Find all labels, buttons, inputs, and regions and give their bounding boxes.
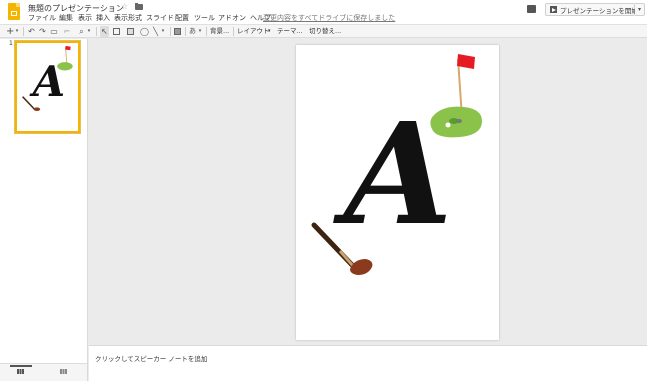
present-icon	[550, 6, 557, 13]
layout-button[interactable]: レイアウト	[237, 26, 270, 37]
menu-arrange[interactable]: 配置	[175, 13, 189, 23]
paint-format-icon[interactable]: ⌐	[63, 26, 71, 37]
image-icon[interactable]	[127, 28, 134, 35]
toolbar-divider	[96, 27, 97, 36]
select-cursor-icon[interactable]: ↖	[100, 26, 109, 37]
grid-view-icon[interactable]	[60, 369, 67, 374]
theme-button[interactable]: テーマ...	[277, 26, 303, 37]
slide-number: 1	[9, 40, 13, 47]
menu-format[interactable]: 表示形式	[114, 13, 142, 23]
thumbnail-illustration: A	[22, 45, 73, 112]
slides-app: 無題のプレゼンテーション ☆ ファイル 編集 表示 挿入 表示形式 スライド 配…	[0, 0, 647, 381]
slide-letter[interactable]: A	[333, 93, 453, 257]
text-box-icon[interactable]	[113, 28, 120, 35]
menu-tools[interactable]: ツール	[194, 13, 215, 23]
menu-edit[interactable]: 編集	[59, 13, 73, 23]
thumbnail-letter: A	[29, 57, 65, 106]
zoom-icon[interactable]: ⌕	[77, 26, 86, 37]
toolbar-divider	[233, 27, 234, 36]
zoom-caret[interactable]: ▾	[86, 26, 92, 37]
toolbar-divider	[170, 27, 171, 36]
toolbar-divider	[206, 27, 207, 36]
present-button[interactable]: プレゼンテーションを開始	[545, 3, 638, 16]
menu-view[interactable]: 表示	[78, 13, 92, 23]
comment-add-icon[interactable]	[174, 28, 181, 35]
new-slide-button[interactable]: +	[6, 26, 14, 37]
filmstrip-view-icon[interactable]	[17, 369, 24, 374]
folder-icon[interactable]	[135, 3, 143, 10]
layout-caret[interactable]: ▾	[268, 26, 271, 37]
slide-canvas[interactable]: A	[296, 45, 499, 340]
present-label: プレゼンテーションを開始	[560, 7, 638, 15]
view-selected-indicator	[10, 365, 32, 367]
menu-slide[interactable]: スライド	[146, 13, 174, 23]
header: 無題のプレゼンテーション ☆ ファイル 編集 表示 挿入 表示形式 スライド 配…	[0, 0, 647, 24]
background-button[interactable]: 背景...	[210, 26, 229, 37]
toolbar-divider	[23, 27, 24, 36]
speaker-notes-area[interactable]	[89, 345, 647, 381]
line-caret[interactable]: ▾	[160, 26, 166, 37]
toolbar-divider	[185, 27, 186, 36]
undo-button[interactable]: ↶	[27, 26, 36, 37]
toolbar: + ▾ ↶ ↷ ▭ ⌐ ⌕ ▾ ↖ ◯ ╲ ▾ あ ▾ 背景... レイアウト …	[0, 24, 647, 38]
star-icon[interactable]: ☆	[121, 2, 128, 11]
menu-file[interactable]: ファイル	[28, 13, 56, 23]
shape-icon[interactable]: ◯	[140, 26, 149, 37]
input-tools-caret[interactable]: ▾	[197, 26, 203, 37]
slide-illustration: A	[311, 54, 482, 275]
new-slide-layout-caret[interactable]: ▾	[14, 26, 20, 37]
golf-club-icon[interactable]	[350, 259, 373, 275]
speaker-notes-placeholder[interactable]: クリックしてスピーカー ノートを追加	[95, 353, 207, 363]
menu-addons[interactable]: アドオン	[218, 13, 246, 23]
present-dropdown-button[interactable]: ▾	[635, 3, 645, 16]
slide-thumbnail[interactable]: A	[15, 41, 80, 133]
menu-insert[interactable]: 挿入	[96, 13, 110, 23]
transition-button[interactable]: 切り替え...	[309, 26, 341, 37]
input-tools-button[interactable]: あ	[188, 26, 197, 37]
redo-button[interactable]: ↷	[38, 26, 47, 37]
line-icon[interactable]: ╲	[151, 26, 160, 37]
print-icon[interactable]: ▭	[50, 26, 58, 37]
flag-icon[interactable]	[457, 54, 475, 69]
comment-icon[interactable]	[527, 5, 536, 13]
save-status[interactable]: 変更内容をすべてドライブに保存しました	[263, 13, 395, 23]
